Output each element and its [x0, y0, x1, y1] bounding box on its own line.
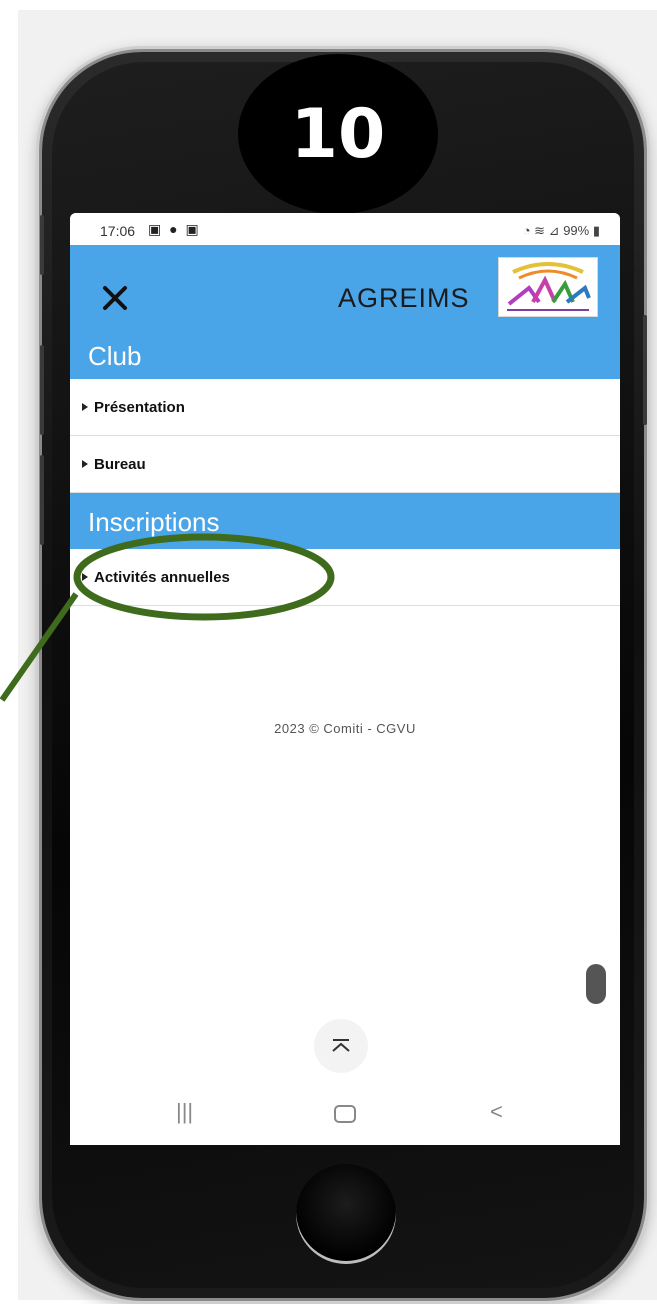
signal-icon: ◔ ≋ ⊿	[522, 223, 560, 238]
scrollbar-handle[interactable]	[586, 964, 606, 1004]
android-nav-bar: ||| <	[70, 1085, 620, 1145]
club-logo	[498, 257, 598, 317]
battery-level: 99%	[563, 223, 590, 238]
phone-side-button	[643, 315, 647, 425]
app-title: AGREIMS	[338, 283, 470, 313]
recent-apps-icon[interactable]: |||	[176, 1099, 193, 1125]
status-bar: 17:06 ▣ ● ▣ ◔ ≋ ⊿ 99% ▮	[70, 213, 620, 245]
step-number: 10	[290, 94, 386, 174]
caret-right-icon	[82, 573, 88, 581]
status-right-group: ◔ ≋ ⊿ 99% ▮	[523, 223, 600, 239]
phone-side-button	[40, 345, 44, 435]
section-bar-inscriptions: Inscriptions	[70, 493, 620, 549]
menu-item-label: Présentation	[94, 399, 185, 416]
notification-icons: ▣ ● ▣	[148, 221, 201, 237]
phone-home-button	[296, 1164, 396, 1264]
menu-item-label: Activités annuelles	[94, 569, 230, 586]
menu-item-bureau[interactable]: Bureau	[70, 436, 620, 493]
caret-right-icon	[82, 460, 88, 468]
status-time: 17:06	[100, 223, 136, 239]
caret-right-icon	[82, 403, 88, 411]
phone-side-button	[40, 455, 44, 545]
footer-copyright: 2023 © Comiti - CGVU	[274, 721, 416, 736]
section-title-club: Club	[88, 341, 142, 371]
phone-side-button	[40, 215, 44, 275]
step-number-badge: 10	[238, 54, 438, 214]
home-icon[interactable]	[334, 1105, 356, 1123]
section-title-inscriptions: Inscriptions	[88, 507, 220, 537]
close-icon[interactable]	[100, 283, 130, 313]
battery-icon: ▮	[592, 223, 600, 238]
app-bar: AGREIMS Club	[70, 245, 620, 379]
logo-graphic	[507, 262, 591, 311]
chevron-up-icon	[332, 1039, 350, 1052]
back-icon[interactable]: <	[490, 1099, 503, 1125]
scroll-to-top-button[interactable]	[314, 1019, 368, 1073]
menu-item-activites-annuelles[interactable]: Activités annuelles	[70, 549, 620, 606]
menu-item-label: Bureau	[94, 456, 146, 473]
phone-screen: 17:06 ▣ ● ▣ ◔ ≋ ⊿ 99% ▮ AGREIMS Club Pré…	[70, 213, 620, 1145]
menu-item-presentation[interactable]: Présentation	[70, 379, 620, 436]
